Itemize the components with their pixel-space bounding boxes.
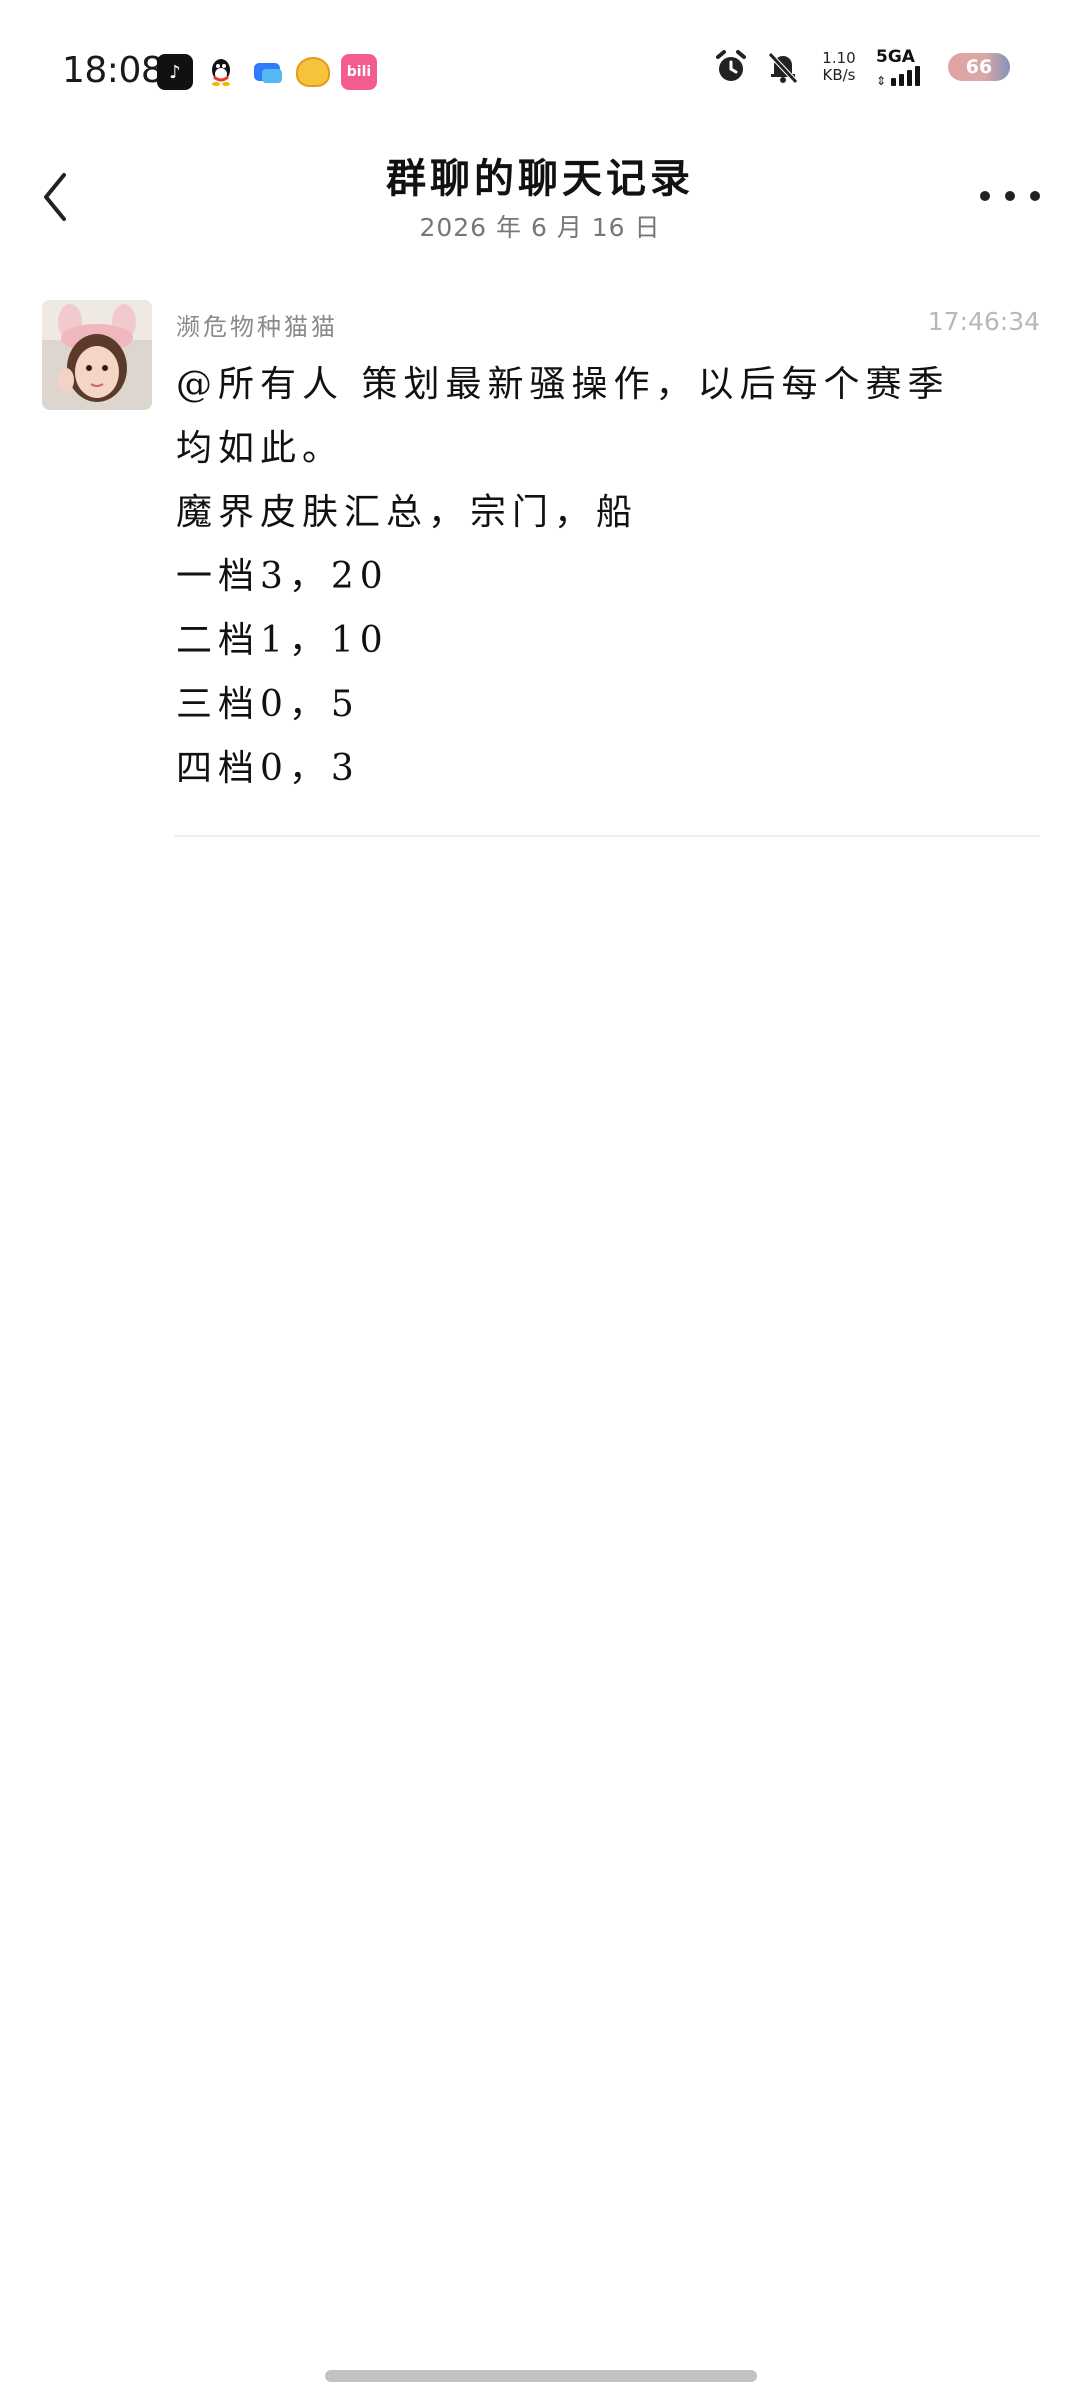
bilibili-icon: bili [341,54,377,90]
notification-app-icons: ♪ bili [157,54,377,90]
message-line: 均如此。 [176,428,345,469]
alarm-clock-icon [712,48,750,86]
avatar[interactable] [42,300,152,410]
home-indicator[interactable] [325,2370,757,2382]
page-title: 群聊的聊天记录 [386,155,694,202]
message-divider [174,835,1040,837]
message-line: 二档1，10 [176,620,389,661]
bell-muted-icon [764,48,802,86]
sender-name: 濒危物种猫猫 [176,313,338,341]
status-bar: 18:08 ♪ bili 1.10 KB/s 5GA ⇕ 66 [0,0,1080,140]
network-speed-unit: KB/s [822,66,856,84]
network-speed-value: 1.10 [822,49,856,67]
cellular-signal: 5GA ⇕ [876,47,934,87]
network-type-label: 5GA [876,47,915,67]
header: 群聊的聊天记录 2026 年 6 月 16 日 [0,140,1080,250]
status-right: 1.10 KB/s 5GA ⇕ 66 [712,47,1010,87]
message-line: @所有人 策划最新骚操作，以后每个赛季 [176,364,950,405]
bear-app-icon [295,54,331,90]
message-timestamp: 17:46:34 [927,307,1040,336]
message-line: 魔界皮肤汇总，宗门，船 [176,492,639,533]
more-options-button[interactable] [980,178,1040,214]
avatar-image [42,300,152,410]
more-dots-icon [980,191,990,201]
battery-indicator: 66 [948,53,1010,81]
chat-app-icon [249,54,285,90]
tiktok-icon: ♪ [157,54,193,90]
network-speed: 1.10 KB/s [816,50,862,84]
status-time: 18:08 [62,50,164,91]
message-line: 四档0，3 [176,748,360,789]
message-line: 一档3，20 [176,556,389,597]
page-subtitle-date: 2026 年 6 月 16 日 [419,213,661,242]
qq-icon [203,54,239,90]
message-text: @所有人 策划最新骚操作，以后每个赛季 均如此。 魔界皮肤汇总，宗门，船 一档3… [176,353,1036,801]
signal-bars-icon: ⇕ [876,66,921,87]
message-line: 三档0，5 [176,684,360,725]
